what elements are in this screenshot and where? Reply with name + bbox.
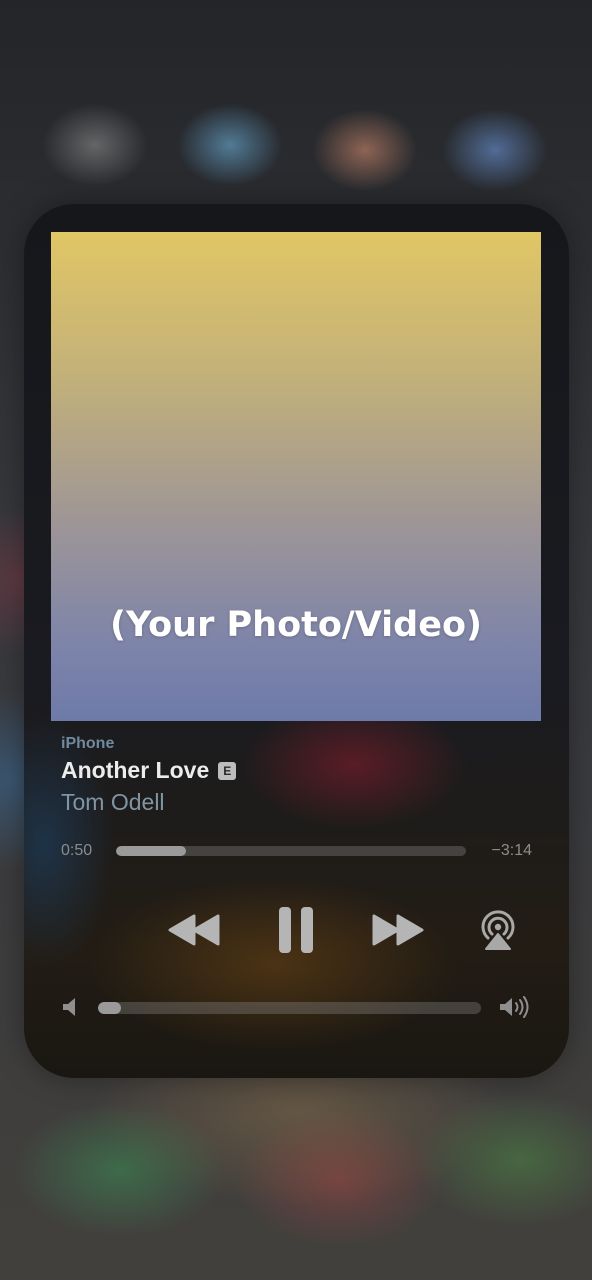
remaining-time: −3:14 [491, 842, 532, 859]
volume-level-fill [98, 1002, 121, 1014]
playback-progress-fill [116, 846, 186, 856]
artwork-placeholder-text: (Your Photo/Video) [109, 605, 482, 645]
pause-icon [279, 907, 313, 953]
artist-name: Tom Odell [61, 789, 165, 815]
track-title-row: Another Love E [61, 757, 237, 784]
speaker-low-icon [63, 998, 75, 1016]
airplay-icon [481, 910, 515, 950]
fast-forward-icon [372, 914, 424, 946]
elapsed-time: 0:50 [61, 842, 93, 859]
volume-slider[interactable] [98, 1002, 481, 1014]
airplay-button[interactable] [476, 907, 520, 953]
playback-source-label[interactable]: iPhone [61, 735, 114, 753]
speaker-high-icon [500, 996, 529, 1018]
volume-min-button [61, 997, 79, 1017]
playback-scrubber[interactable] [116, 846, 466, 856]
now-playing-card: (Your Photo/Video) iPhone Another Love E… [24, 204, 569, 1078]
track-title: Another Love [61, 757, 210, 783]
album-artwork[interactable]: (Your Photo/Video) [51, 232, 541, 721]
fast-forward-button[interactable] [370, 906, 426, 954]
pause-button[interactable] [274, 904, 318, 956]
rewind-icon [168, 914, 220, 946]
volume-max-button [498, 995, 532, 1019]
explicit-badge: E [218, 761, 237, 780]
rewind-button[interactable] [166, 906, 222, 954]
